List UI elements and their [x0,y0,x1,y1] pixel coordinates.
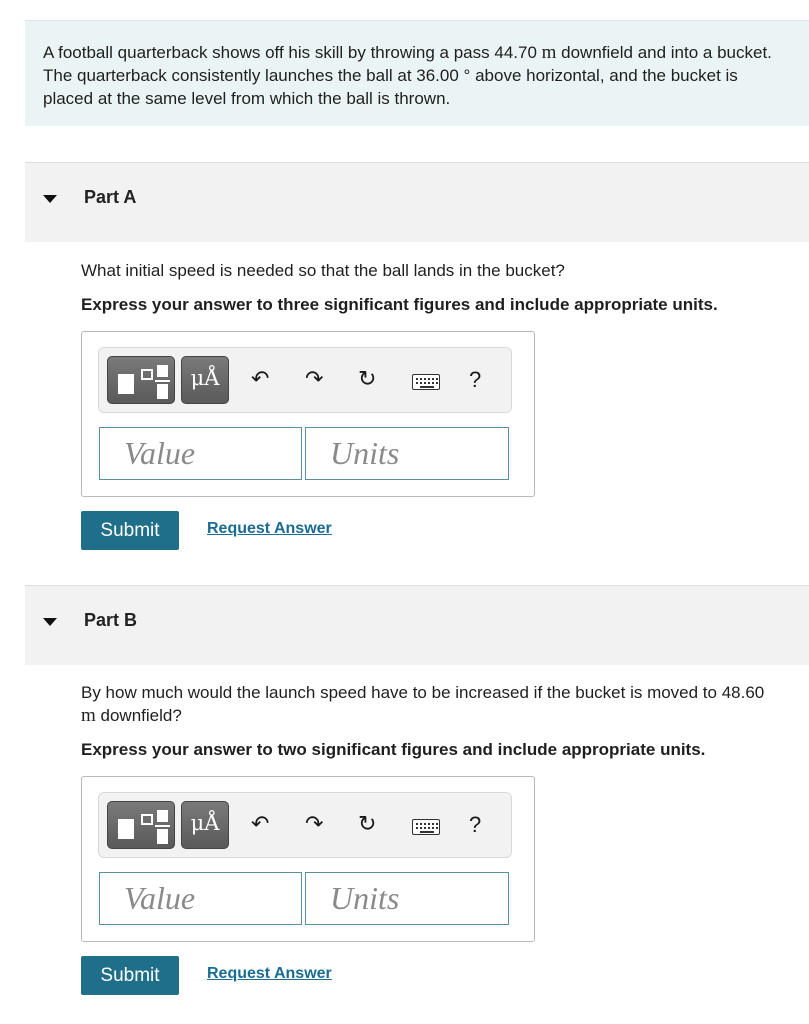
template-denominator-icon [157,384,168,399]
part-b-header[interactable]: Part B [25,585,809,665]
units-symbol: μÅ [190,811,220,835]
templates-button[interactable] [107,801,175,849]
units-symbol: μÅ [190,366,220,390]
undo-icon[interactable]: ↶ [251,365,269,395]
units-input[interactable] [306,873,508,924]
template-square-icon [118,374,134,394]
template-numerator-icon [157,365,168,377]
value-field[interactable] [99,427,302,480]
part-b-question: By how much would the launch speed have … [81,681,781,727]
math-toolbar: μÅ ↶ ↷ ↻ ? [98,792,512,858]
units-button[interactable]: μÅ [181,356,229,404]
part-a-header[interactable]: Part A [25,162,809,242]
part-a-instruction: Express your answer to three significant… [81,295,718,314]
part-b-question-unit: m [81,705,96,726]
part-a-question: What initial speed is needed so that the… [81,261,565,280]
template-fraction-line-icon [155,825,170,827]
reset-icon[interactable]: ↻ [358,810,376,840]
value-input[interactable] [100,428,301,479]
part-b-instruction: Express your answer to two significant f… [81,740,706,759]
undo-icon[interactable]: ↶ [251,810,269,840]
caret-down-icon[interactable] [43,195,57,203]
redo-icon[interactable]: ↷ [305,365,323,395]
problem-unit-m: m [541,42,557,63]
units-button[interactable]: μÅ [181,801,229,849]
value-input[interactable] [100,873,301,924]
units-field[interactable] [305,872,509,925]
template-exponent-icon [141,814,153,825]
templates-button[interactable] [107,356,175,404]
template-square-icon [118,819,134,839]
template-fraction-line-icon [155,380,170,382]
redo-icon[interactable]: ↷ [305,810,323,840]
part-b-submit-button[interactable]: Submit [81,956,179,995]
part-b-answer-box: μÅ ↶ ↷ ↻ ? [81,776,535,942]
part-a-request-answer-link[interactable]: Request Answer [207,520,332,538]
part-a-submit-button[interactable]: Submit [81,511,179,550]
caret-down-icon[interactable] [43,618,57,626]
template-numerator-icon [157,810,168,822]
help-icon[interactable]: ? [469,365,481,395]
math-toolbar: μÅ ↶ ↷ ↻ ? [98,347,512,413]
problem-text-1: A football quarterback shows off his ski… [43,43,542,62]
keyboard-icon[interactable] [412,374,440,390]
problem-statement: A football quarterback shows off his ski… [25,20,809,126]
part-a-title: Part A [84,187,137,207]
units-field[interactable] [305,427,509,480]
part-b-question-text-1: By how much would the launch speed have … [81,683,765,702]
value-field[interactable] [99,872,302,925]
reset-icon[interactable]: ↻ [358,365,376,395]
keyboard-icon[interactable] [412,819,440,835]
help-icon[interactable]: ? [469,810,481,840]
units-input[interactable] [306,428,508,479]
part-b-title: Part B [84,610,138,630]
template-exponent-icon [141,369,153,380]
part-a-answer-box: μÅ ↶ ↷ ↻ ? [81,331,535,497]
part-b-request-answer-link[interactable]: Request Answer [207,965,332,983]
template-denominator-icon [157,829,168,844]
part-b-question-text-2: downfield? [95,706,182,725]
